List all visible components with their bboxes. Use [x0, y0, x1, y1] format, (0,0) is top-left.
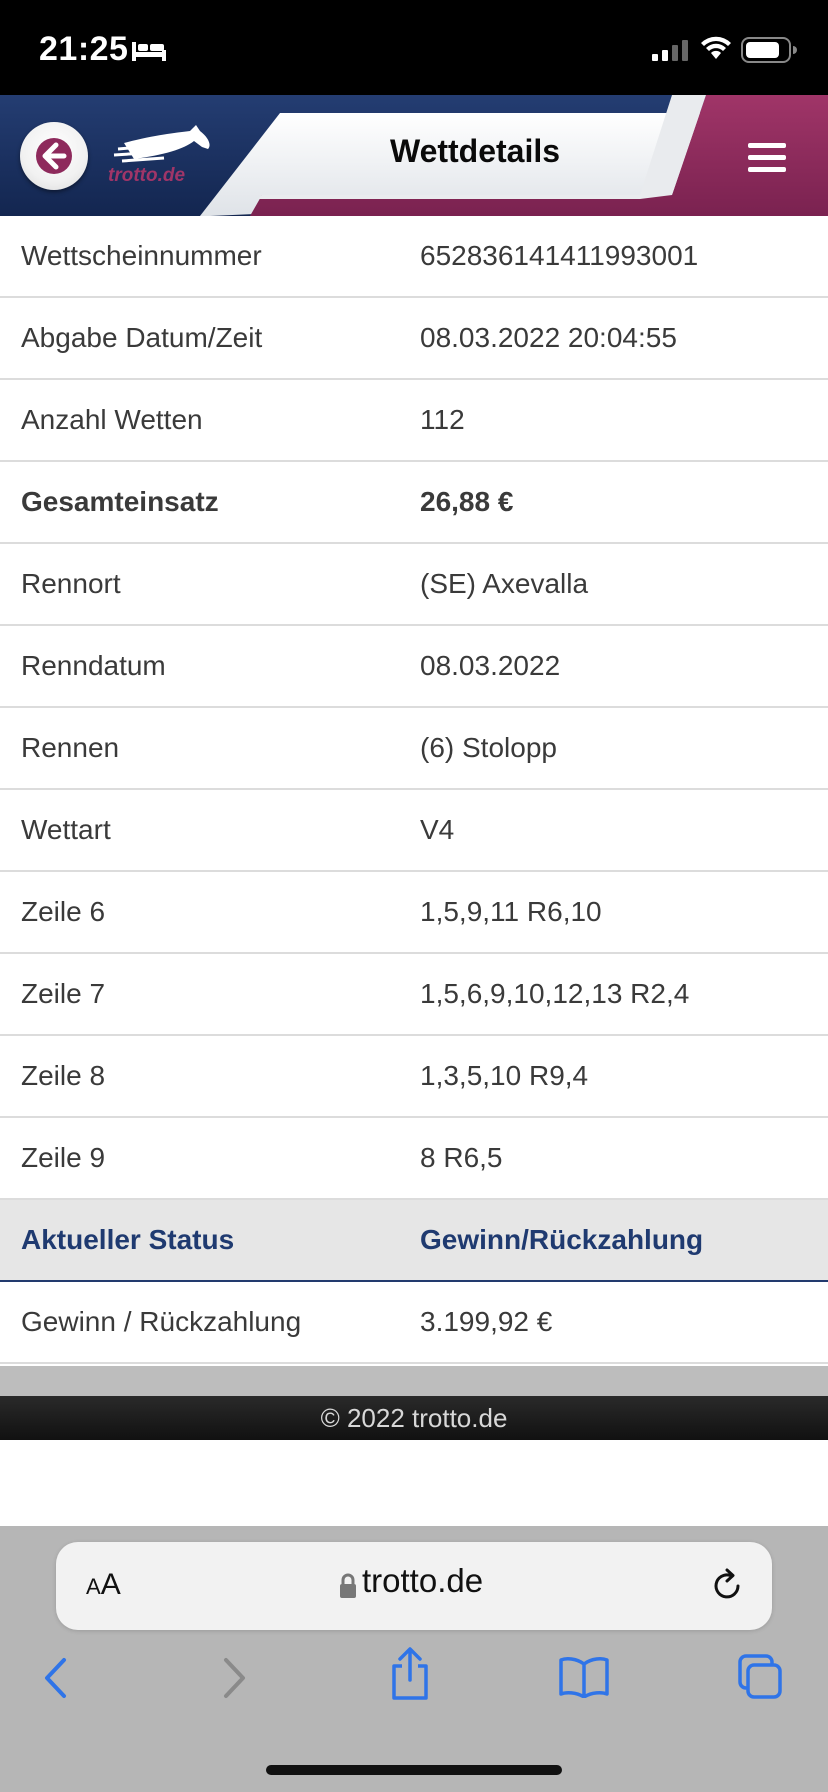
url-text: trotto.de — [362, 1562, 484, 1599]
table-row: Zeile 7 1,5,6,9,10,12,13 R2,4 — [0, 954, 828, 1036]
row-label: Gesamteinsatz — [21, 486, 219, 517]
trotto-logo[interactable]: trotto.de — [104, 125, 214, 187]
page-title: Wettdetails — [389, 133, 561, 169]
tabs-icon[interactable] — [736, 1654, 784, 1700]
bookmarks-icon[interactable] — [558, 1656, 610, 1698]
row-value: 112 — [420, 404, 465, 435]
row-label: Rennort — [21, 568, 121, 599]
row-value: 1,5,6,9,10,12,13 R2,4 — [420, 978, 690, 1009]
row-label: Anzahl Wetten — [21, 404, 203, 435]
table-row: Abgabe Datum/Zeit 08.03.2022 20:04:55 — [0, 298, 828, 380]
row-value: V4 — [420, 814, 455, 845]
footer: © 2022 trotto.de — [0, 1396, 828, 1440]
row-label: Wettart — [21, 814, 111, 845]
lock-icon — [340, 1573, 356, 1598]
svg-text:trotto.de: trotto.de — [108, 165, 185, 186]
payout-value: 3.199,92 € — [420, 1306, 553, 1337]
row-label: Zeile 9 — [21, 1142, 106, 1173]
table-row: Rennort (SE) Axevalla — [0, 544, 828, 626]
reload-icon[interactable] — [710, 1568, 746, 1604]
payout-row: Gewinn / Rückzahlung 3.199,92 € — [0, 1282, 828, 1364]
table-row-total-stake: Gesamteinsatz 26,88 € — [0, 462, 828, 544]
status-header-row: Aktueller Status Gewinn/Rückzahlung — [0, 1200, 828, 1282]
back-button[interactable] — [20, 122, 88, 190]
table-row: Rennen (6) Stolopp — [0, 708, 828, 790]
table-row: Anzahl Wetten 112 — [0, 380, 828, 462]
table-row: Zeile 9 8 R6,5 — [0, 1118, 828, 1200]
row-value: 652836141411993001 — [420, 240, 699, 271]
back-icon[interactable] — [42, 1656, 68, 1700]
row-label: Zeile 8 — [21, 1060, 106, 1091]
wifi-icon — [701, 36, 731, 59]
browser-toolbar: AA trotto.de — [0, 1526, 828, 1792]
row-value: (6) Stolopp — [420, 732, 557, 763]
table-row: Renndatum 08.03.2022 — [0, 626, 828, 708]
row-value: 8 R6,5 — [420, 1142, 503, 1173]
status-value: Gewinn/Rückzahlung — [420, 1224, 704, 1255]
payout-label: Gewinn / Rückzahlung — [21, 1306, 302, 1337]
row-value: 08.03.2022 20:04:55 — [420, 322, 677, 353]
address-bar[interactable]: AA trotto.de — [56, 1542, 772, 1630]
table-row: Wettart V4 — [0, 790, 828, 872]
status-bar: 21:25 — [0, 0, 828, 95]
battery-icon — [741, 37, 797, 63]
row-label: Wettscheinnummer — [21, 240, 262, 271]
status-label: Aktueller Status — [21, 1224, 235, 1255]
text-size-button[interactable]: AA — [86, 1568, 121, 1602]
table-row: Zeile 8 1,3,5,10 R9,4 — [0, 1036, 828, 1118]
row-label: Abgabe Datum/Zeit — [21, 322, 263, 353]
app-header: trotto.de Wettdetails — [0, 95, 828, 216]
text-size-small-a: A — [86, 1574, 101, 1599]
text-size-large-a: A — [100, 1568, 121, 1601]
table-row: Zeile 6 1,5,9,11 R6,10 — [0, 872, 828, 954]
hamburger-menu-icon[interactable] — [748, 143, 786, 173]
status-time: 21:25 — [39, 30, 129, 68]
signal-icon — [652, 40, 688, 61]
row-value: 26,88 € — [420, 486, 514, 517]
home-indicator[interactable] — [266, 1765, 562, 1775]
footer-spacer — [0, 1366, 828, 1396]
bed-icon — [132, 42, 166, 61]
bet-details-table: Wettscheinnummer 652836141411993001 Abga… — [0, 216, 828, 1364]
row-label: Zeile 6 — [21, 896, 106, 927]
share-icon[interactable] — [388, 1646, 432, 1702]
row-label: Rennen — [21, 732, 120, 763]
row-value: 08.03.2022 — [420, 650, 561, 681]
row-value: (SE) Axevalla — [420, 568, 589, 599]
row-value: 1,3,5,10 R9,4 — [420, 1060, 589, 1091]
forward-icon[interactable] — [222, 1656, 248, 1700]
row-label: Zeile 7 — [21, 978, 106, 1009]
arrow-left-icon — [36, 138, 72, 174]
row-label: Renndatum — [21, 650, 166, 681]
table-row: Wettscheinnummer 652836141411993001 — [0, 216, 828, 298]
row-value: 1,5,9,11 R6,10 — [420, 896, 602, 927]
